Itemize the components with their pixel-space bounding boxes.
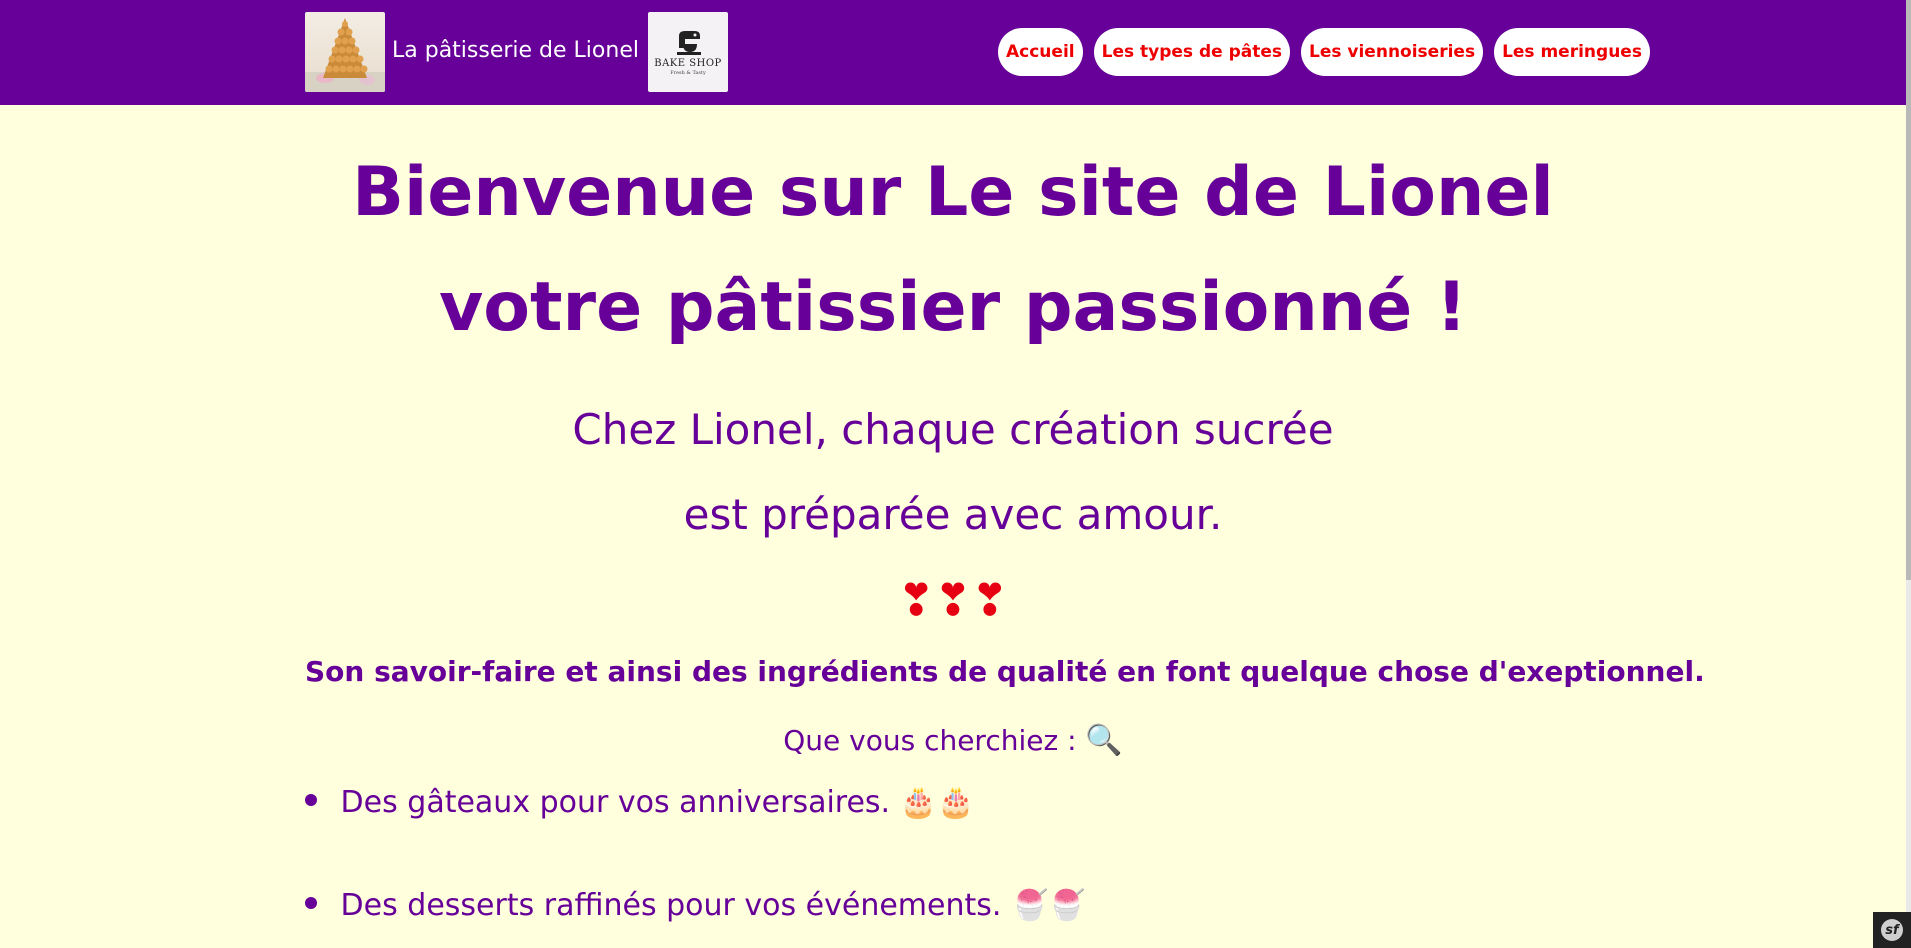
nav-menu: Accueil Les types de pâtes Les viennoise… <box>998 28 1650 76</box>
nav-link-viennoiseries[interactable]: Les viennoiseries <box>1301 28 1484 76</box>
quality-statement: Son savoir-faire et ainsi des ingrédient… <box>305 655 1705 688</box>
cake-icon: 🎂🎂 <box>899 785 975 820</box>
shaved-ice-icon: 🍧🍧 <box>1010 888 1086 923</box>
symfony-logo-icon: sf <box>1881 919 1903 941</box>
page-title-line1: Bienvenue sur Le site de Lionel <box>352 153 1554 232</box>
nav-link-accueil[interactable]: Accueil <box>998 28 1083 76</box>
croquembouche-image[interactable] <box>305 12 385 92</box>
nav-link-meringues[interactable]: Les meringues <box>1494 28 1650 76</box>
magnifier-icon: 🔍 <box>1085 723 1123 758</box>
navbar: La pâtisserie de Lionel BAKE SHOP Fresh … <box>0 0 1906 105</box>
scrollbar-thumb[interactable] <box>1906 0 1911 580</box>
lead-line1: Chez Lionel, chaque création sucrée <box>572 405 1334 454</box>
hearts-emoji-icon: ❣❣❣ <box>897 575 1009 626</box>
page-title-line2: votre pâtissier passionné ! <box>438 268 1467 347</box>
list-item: Des desserts raffinés pour vos événement… <box>305 888 1086 923</box>
search-intro-text: Que vous cherchiez : <box>783 724 1077 757</box>
bullet-icon <box>305 793 317 806</box>
list-item: Des gâteaux pour vos anniversaires. 🎂🎂 <box>305 785 974 820</box>
nav-link-types-de-pates[interactable]: Les types de pâtes <box>1093 28 1290 76</box>
scrollbar[interactable] <box>1906 0 1911 948</box>
symfony-toolbar-toggle[interactable]: sf <box>1873 912 1911 948</box>
list-item-text: Des gâteaux pour vos anniversaires. <box>340 785 891 820</box>
bake-shop-logo[interactable]: BAKE SHOP Fresh & Tasty <box>648 12 728 92</box>
logo-text: BAKE SHOP <box>654 58 722 69</box>
logo-subtext: Fresh & Tasty <box>670 70 706 76</box>
brand-title[interactable]: La pâtisserie de Lionel <box>392 38 639 63</box>
lead-line2: est préparée avec amour. <box>683 490 1223 539</box>
bullet-icon <box>305 896 317 909</box>
search-intro: Que vous cherchiez : 🔍 <box>0 723 1906 758</box>
stand-mixer-icon <box>677 31 701 55</box>
list-item-text: Des desserts raffinés pour vos événement… <box>340 888 1002 923</box>
